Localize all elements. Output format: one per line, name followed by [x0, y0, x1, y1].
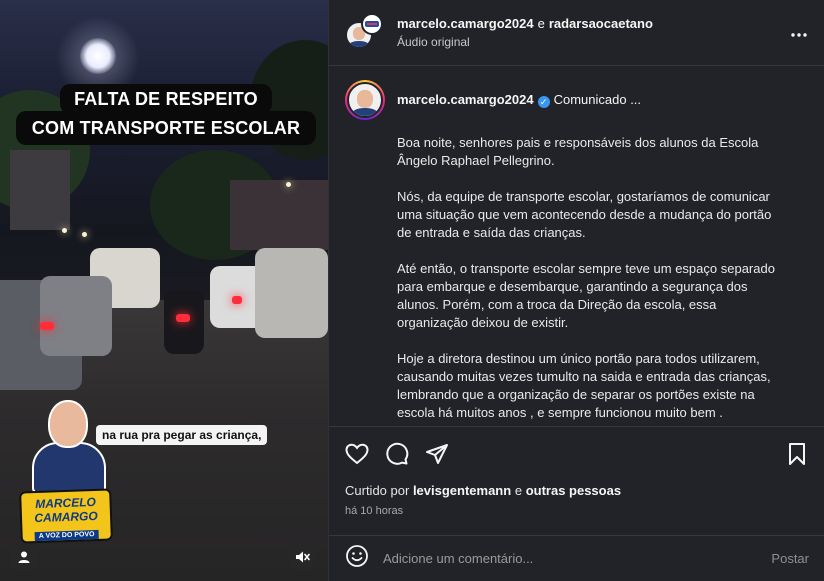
action-icons-row	[345, 439, 809, 469]
candidate-logo: MARCELO CAMARGO A VOZ DO POVO	[19, 488, 113, 544]
coauthor-avatars[interactable]	[345, 12, 385, 53]
like-button[interactable]	[345, 442, 369, 466]
liked-by-others-link[interactable]: outras pessoas	[526, 483, 621, 498]
caption-first-line: Comunicado ...	[553, 92, 642, 107]
emoji-icon	[346, 545, 368, 567]
post-timestamp[interactable]: há 10 horas	[345, 505, 809, 517]
heart-icon	[345, 443, 369, 465]
caption-paragraph: Boa noite, senhores pais e responsáveis …	[397, 135, 759, 168]
bookmark-icon	[789, 443, 805, 465]
save-button[interactable]	[785, 442, 809, 466]
avatar	[347, 82, 383, 118]
motorcycle	[164, 290, 204, 354]
coauthor-avatar	[361, 12, 383, 35]
author-connector: e	[537, 16, 545, 31]
street-light	[62, 228, 67, 233]
street-light	[82, 232, 87, 237]
building-left	[10, 150, 70, 230]
candidate-badge: MARCELO CAMARGO A VOZ DO POVO	[19, 398, 113, 548]
caption-paragraph: Nós, da equipe de transporte escolar, go…	[397, 189, 772, 240]
comment-button[interactable]	[385, 442, 409, 466]
user-icon	[18, 551, 30, 563]
emoji-button[interactable]	[345, 544, 369, 573]
post-viewer: FALTA DE RESPEITO COM TRANSPORTE ESCOLAR…	[0, 0, 824, 581]
candidate-photo	[30, 398, 106, 494]
mute-button[interactable]	[288, 543, 316, 571]
street-light	[286, 182, 291, 187]
caption-paragraph: Até então, o transporte escolar sempre t…	[397, 261, 775, 330]
caption-header: marcelo.camargo2024 ✓ Comunicado ...	[345, 80, 808, 120]
header-text: marcelo.camargo2024 e radarsaocaetano Áudi…	[397, 16, 653, 49]
caption-paragraph: Hoje a diretora destinou um único portão…	[397, 351, 771, 420]
post-comment-button[interactable]: Postar	[771, 551, 809, 566]
more-options-button[interactable]	[790, 22, 808, 43]
coauthor-link[interactable]: radarsaocaetano	[549, 16, 653, 31]
audio-link[interactable]: Áudio original	[397, 35, 653, 49]
taillight	[40, 322, 54, 330]
video-subtitle: na rua pra pegar as criança,	[96, 425, 268, 445]
caption-username[interactable]: marcelo.camargo2024	[397, 92, 534, 107]
parked-van-right	[255, 248, 328, 338]
radar-logo-icon	[365, 20, 379, 27]
headline-line-2: COM TRANSPORTE ESCOLAR	[15, 111, 317, 145]
video-headline: FALTA DE RESPEITO COM TRANSPORTE ESCOLAR	[15, 0, 317, 145]
liked-by-text: Curtido por levisgentemann e outras pess…	[345, 483, 809, 498]
taillight	[232, 296, 242, 304]
send-icon	[426, 444, 448, 464]
comment-bar: Postar	[329, 535, 824, 581]
author-link[interactable]: marcelo.camargo2024	[397, 16, 534, 31]
verified-badge-icon: ✓	[537, 96, 550, 108]
caption-body: Boa noite, senhores pais e responsáveis …	[397, 134, 777, 422]
logo-name-line-2: CAMARGO	[34, 508, 98, 526]
reel-video[interactable]: FALTA DE RESPEITO COM TRANSPORTE ESCOLAR…	[0, 0, 328, 581]
post-actions: Curtido por levisgentemann e outras pess…	[329, 426, 824, 526]
caption-scroll-area[interactable]: marcelo.camargo2024 ✓ Comunicado ... Boa n…	[329, 66, 824, 426]
more-horizontal-icon	[791, 33, 807, 37]
motorcycle-taillight	[176, 314, 190, 322]
building-right	[230, 180, 328, 250]
comment-icon	[386, 442, 409, 465]
speaker-muted-icon	[296, 551, 310, 563]
tagged-users-button[interactable]	[10, 543, 38, 571]
liked-by-user-link[interactable]: levisgentemann	[413, 483, 511, 498]
post-header: marcelo.camargo2024 e radarsaocaetano Áudi…	[329, 0, 824, 66]
liked-by-connector: e	[514, 483, 523, 498]
comment-input[interactable]	[383, 551, 762, 566]
post-side-panel: marcelo.camargo2024 e radarsaocaetano Áudi…	[328, 0, 824, 581]
share-button[interactable]	[425, 442, 449, 466]
liked-by-prefix: Curtido por	[345, 483, 410, 498]
headline-line-1: FALTA DE RESPEITO	[60, 84, 272, 114]
logo-slogan: A VOZ DO POVO	[34, 529, 99, 542]
parked-car-left-2	[40, 276, 112, 356]
story-ring-avatar[interactable]	[345, 80, 385, 120]
